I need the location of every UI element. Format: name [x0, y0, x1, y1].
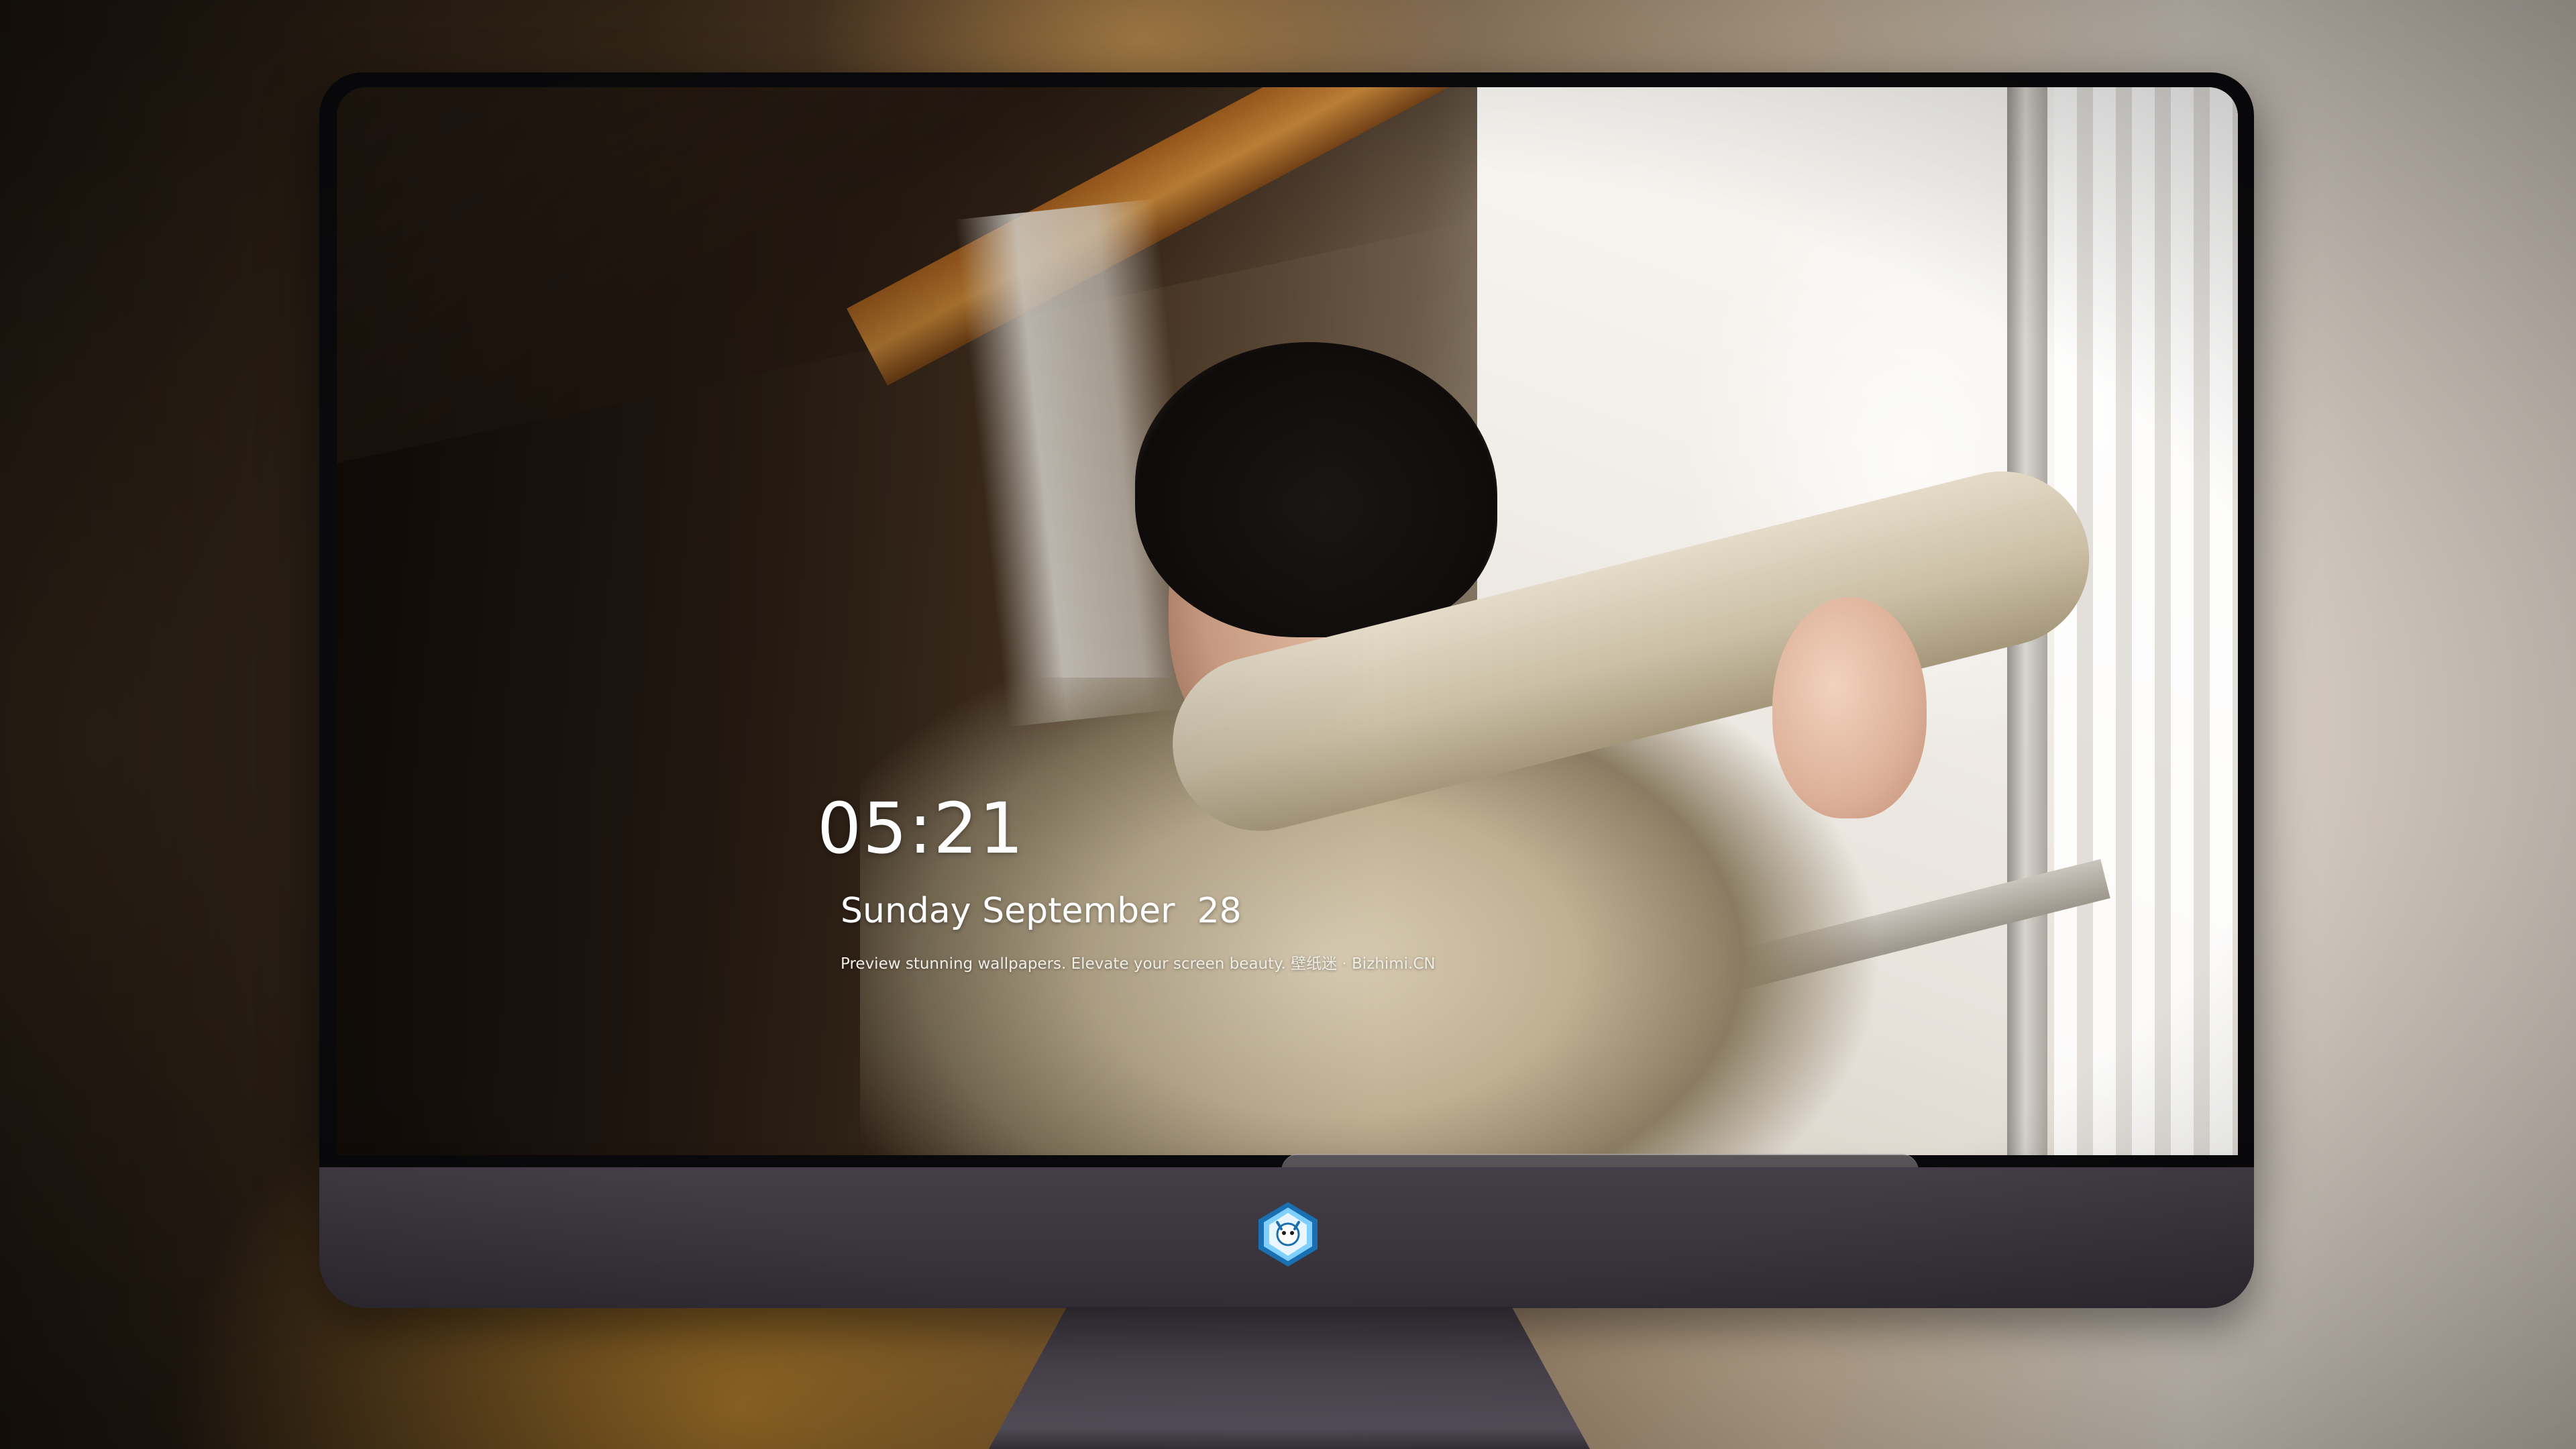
monitor-stand	[989, 1307, 1590, 1449]
wallpaper-tagline: Preview stunning wallpapers. Elevate you…	[841, 955, 1436, 973]
lock-screen-date: Sunday September 28	[841, 891, 1242, 931]
desktop-screen	[337, 87, 2238, 1155]
blurred-room-background: 05:21 Sunday September 28 Preview stunni…	[0, 0, 2576, 1449]
dragon-mascot-logo-icon	[1253, 1199, 1323, 1269]
lock-screen-clock: 05:21	[817, 788, 1025, 869]
monitor-bezel: 05:21 Sunday September 28 Preview stunni…	[319, 72, 2254, 1224]
